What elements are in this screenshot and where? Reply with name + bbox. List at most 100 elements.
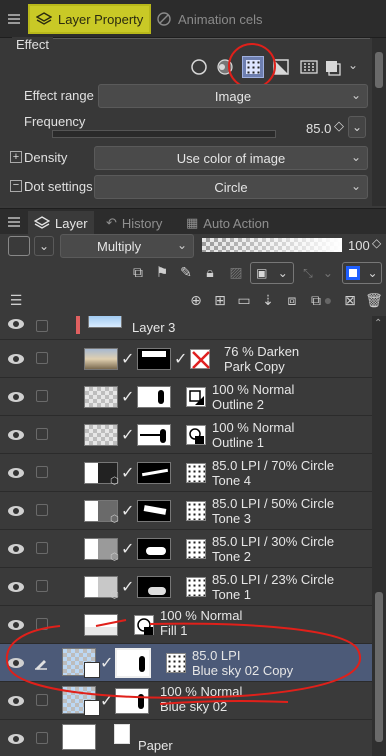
fill-layer-badge-icon: ⬡ bbox=[110, 476, 119, 487]
layer-checkbox[interactable] bbox=[36, 352, 48, 364]
frequency-stepper-icon[interactable]: ◇ bbox=[334, 118, 344, 134]
tab-layer[interactable]: Layer bbox=[28, 211, 94, 235]
frequency-slider[interactable] bbox=[52, 130, 276, 138]
effect-section: Effect bbox=[12, 37, 370, 54]
layer-row-outline1[interactable]: ✓ 100 % Normal Outline 1 bbox=[0, 416, 372, 454]
frequency-dropdown[interactable]: ⌄ bbox=[348, 116, 366, 138]
layer-checkbox[interactable] bbox=[36, 428, 48, 440]
layer-checkbox[interactable] bbox=[36, 732, 48, 744]
frequency-value[interactable]: 85.0 bbox=[306, 121, 331, 136]
layer-panel-menu-icon[interactable] bbox=[8, 215, 20, 229]
layer-list-scrollbar[interactable]: ⌃ bbox=[372, 316, 386, 756]
transfer-down-icon[interactable]: ⇣ bbox=[258, 290, 278, 310]
layers-stack-icon bbox=[33, 215, 51, 231]
vector-layer-icon bbox=[186, 387, 206, 407]
new-vector-layer-icon[interactable]: ⊞ bbox=[210, 290, 230, 310]
lock-icon[interactable]: 🔒︎ bbox=[200, 262, 220, 282]
border-effect-icon[interactable] bbox=[188, 56, 210, 78]
density-label: Density bbox=[24, 150, 68, 165]
panel-menu-icon[interactable] bbox=[8, 12, 20, 26]
effect-check-icon: ✓ bbox=[174, 351, 188, 368]
layer-thumbnail bbox=[84, 348, 118, 370]
chevron-down-icon: ⌄ bbox=[367, 266, 378, 280]
tab-layer-property-label: Layer Property bbox=[58, 11, 144, 27]
auto-action-icon: ▦ bbox=[186, 215, 199, 230]
dot-settings-value: Circle bbox=[214, 179, 248, 195]
layer-blend-info: 100 % Normal bbox=[212, 420, 295, 435]
layer-checkbox[interactable] bbox=[36, 580, 48, 592]
fill-layer-badge-icon: ⬡ bbox=[110, 514, 119, 525]
create-mask-icon[interactable]: ⊠ bbox=[340, 290, 360, 310]
layer-row-tone1[interactable]: ⬡ ✓ 85.0 LPI / 23% Circle Tone 1 bbox=[0, 568, 372, 606]
effect-range-select[interactable]: Image ⌄ bbox=[98, 84, 368, 108]
opacity-slider[interactable] bbox=[202, 238, 342, 252]
new-raster-layer-icon[interactable]: ⊕ bbox=[186, 290, 206, 310]
layer-color-dropdown[interactable]: ⌄ bbox=[34, 236, 54, 256]
layer-color-icon bbox=[346, 266, 361, 280]
layer-thumbnail bbox=[62, 724, 96, 750]
effect-scroll-thumb[interactable] bbox=[375, 52, 383, 88]
draft-layer-icon[interactable]: ✎ bbox=[176, 262, 196, 282]
effect-scrollbar[interactable] bbox=[372, 38, 386, 206]
new-folder-icon[interactable]: ▭ bbox=[234, 290, 254, 310]
layer-checkbox[interactable] bbox=[36, 504, 48, 516]
combine-down-icon[interactable]: ⧈ bbox=[282, 290, 302, 310]
visibility-eye-icon[interactable] bbox=[8, 318, 26, 330]
visibility-eye-icon[interactable] bbox=[8, 429, 26, 441]
layer-color-swatch[interactable] bbox=[8, 236, 30, 256]
visibility-eye-icon[interactable] bbox=[8, 505, 26, 517]
animation-cels-icon bbox=[156, 11, 172, 27]
chevron-down-icon: ⌄ bbox=[350, 88, 361, 102]
visibility-eye-icon[interactable] bbox=[8, 467, 26, 479]
lock-transparency-icon[interactable]: ▨ bbox=[226, 262, 246, 282]
visibility-eye-icon[interactable] bbox=[8, 733, 26, 745]
posterize-icon[interactable] bbox=[298, 56, 320, 78]
mask-link-check-icon: ✓ bbox=[121, 351, 135, 368]
mask-icon[interactable]: ● bbox=[318, 290, 338, 310]
tab-animation-cels[interactable]: Animation cels bbox=[148, 4, 271, 34]
layer-row-park-copy[interactable]: ✓ ✓ 76 % Darken Park Copy bbox=[0, 340, 372, 378]
layer-checkbox[interactable] bbox=[36, 390, 48, 402]
visibility-eye-icon[interactable] bbox=[8, 581, 26, 593]
ruler-options-button[interactable]: ⤡ ⌄ bbox=[298, 262, 338, 284]
density-select[interactable]: Use color of image ⌄ bbox=[94, 146, 368, 170]
dot-settings-select[interactable]: Circle ⌄ bbox=[94, 175, 368, 199]
effects-dropdown-caret[interactable]: ⌄ bbox=[348, 58, 358, 72]
mask-options-button[interactable]: ▣ ⌄ bbox=[250, 262, 294, 284]
mask-link-check-icon: ✓ bbox=[121, 427, 135, 444]
layer-checkbox[interactable] bbox=[36, 320, 48, 332]
expand-density-icon[interactable]: + bbox=[10, 151, 22, 163]
layer-checkbox[interactable] bbox=[36, 542, 48, 554]
visibility-eye-icon[interactable] bbox=[8, 391, 26, 403]
ruler-icon: ⤡ bbox=[303, 265, 313, 280]
density-value: Use color of image bbox=[176, 150, 286, 166]
scroll-up-arrow-icon[interactable]: ⌃ bbox=[374, 318, 382, 329]
tab-auto-action[interactable]: ▦ Auto Action bbox=[180, 211, 275, 235]
layer-row-tone3[interactable]: ⬡ ✓ 85.0 LPI / 50% Circle Tone 3 bbox=[0, 492, 372, 530]
tab-history[interactable]: ↶ History bbox=[100, 211, 168, 235]
visibility-eye-icon[interactable] bbox=[8, 353, 26, 365]
more-effects-icon[interactable] bbox=[324, 56, 346, 78]
layer-name: Outline 1 bbox=[212, 435, 265, 450]
tab-auto-action-label: Auto Action bbox=[203, 215, 270, 231]
layer-color-button[interactable]: ⌄ bbox=[342, 262, 382, 284]
blend-mode-select[interactable]: Multiply ⌄ bbox=[60, 234, 194, 258]
layer-row-outline2[interactable]: ✓ 100 % Normal Outline 2 bbox=[0, 378, 372, 416]
tab-layer-property[interactable]: Layer Property bbox=[28, 4, 152, 34]
collapse-dot-settings-icon[interactable]: − bbox=[10, 180, 22, 192]
layer-row-tone2[interactable]: ⬡ ✓ 85.0 LPI / 30% Circle Tone 2 bbox=[0, 530, 372, 568]
delete-layer-icon[interactable]: 🗑︎ bbox=[364, 290, 384, 310]
layer-list-scroll-thumb[interactable] bbox=[375, 592, 383, 742]
opacity-value[interactable]: 100 bbox=[348, 238, 370, 253]
layer-row-layer3[interactable]: Layer 3 bbox=[0, 316, 372, 340]
layer-row-tone4[interactable]: ⬡ ✓ 85.0 LPI / 70% Circle Tone 4 bbox=[0, 454, 372, 492]
opacity-stepper-icon[interactable]: ◇ bbox=[372, 236, 381, 250]
layer-checkbox[interactable] bbox=[36, 466, 48, 478]
layer-thumbnail bbox=[88, 316, 122, 328]
layer-list: Layer 3 ✓ ✓ 76 % Darken Park Copy ✓ 100 … bbox=[0, 316, 372, 756]
clip-to-layer-icon[interactable]: ⧉ bbox=[128, 262, 148, 282]
mask-thumbnail bbox=[137, 348, 171, 370]
reference-layer-icon[interactable]: ⚑ bbox=[152, 262, 172, 282]
visibility-eye-icon[interactable] bbox=[8, 543, 26, 555]
layer-list-options-icon[interactable]: ☰ bbox=[6, 290, 26, 310]
